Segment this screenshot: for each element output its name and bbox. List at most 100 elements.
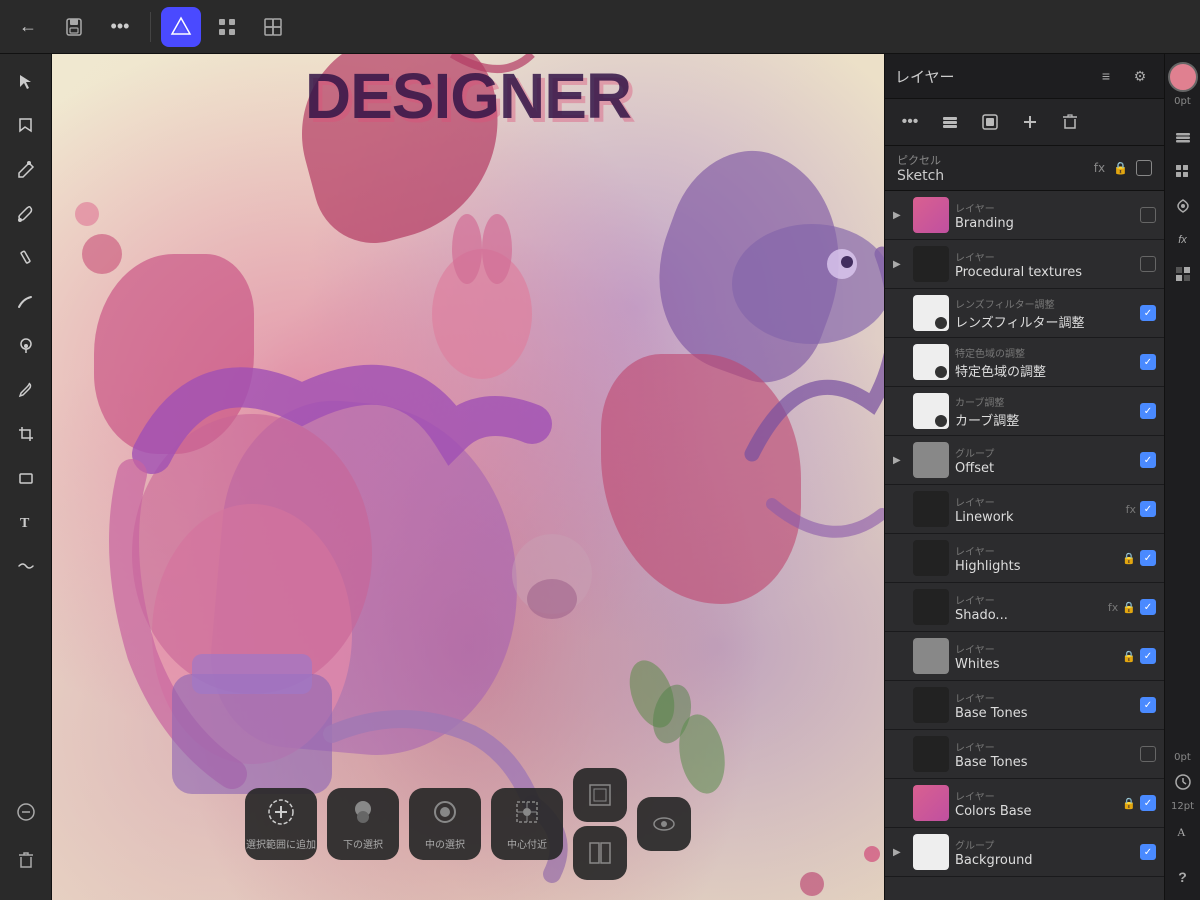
grid-button[interactable] bbox=[207, 7, 247, 47]
transform-icon-button[interactable] bbox=[1168, 191, 1198, 221]
center-near-button[interactable]: 中心付近 bbox=[491, 788, 563, 860]
stroke-width-label: 0pt bbox=[1174, 96, 1191, 107]
layer-colors-base[interactable]: レイヤー Colors Base 🔒 ✓ bbox=[885, 779, 1164, 828]
layers-icon-button[interactable] bbox=[1168, 123, 1198, 153]
procedural-sublabel: レイヤー bbox=[955, 249, 1134, 264]
font-size-label: 12pt bbox=[1171, 801, 1194, 812]
colors-base-name: Colors Base bbox=[955, 804, 1116, 819]
procedural-name: Procedural textures bbox=[955, 265, 1134, 280]
branding-name: Branding bbox=[955, 216, 1134, 231]
whites-lock-icon: 🔒 bbox=[1122, 650, 1136, 663]
vector-brush-tool[interactable] bbox=[6, 282, 46, 322]
linework-sublabel: レイヤー bbox=[955, 494, 1120, 509]
layer-shadow[interactable]: レイヤー Shado... fx 🔒 ✓ bbox=[885, 583, 1164, 632]
sketch-fx-icon[interactable]: fx bbox=[1094, 161, 1105, 175]
base-tones-2-check[interactable] bbox=[1140, 746, 1156, 762]
sketch-checkbox[interactable] bbox=[1136, 160, 1152, 176]
color-area-check[interactable]: ✓ bbox=[1140, 354, 1156, 370]
affinity-button[interactable] bbox=[161, 7, 201, 47]
layer-delete-button[interactable] bbox=[1053, 105, 1087, 139]
base-tones-1-sublabel: レイヤー bbox=[955, 690, 1134, 705]
layer-options-button[interactable]: ••• bbox=[893, 105, 927, 139]
fill-tool[interactable] bbox=[6, 326, 46, 366]
select-center-button[interactable]: 中の選択 bbox=[409, 788, 481, 860]
color-area-sublabel: 特定色域の調整 bbox=[955, 345, 1134, 360]
color-swatch[interactable] bbox=[1168, 62, 1198, 92]
layer-lens-filter[interactable]: レンズフィルター調整 レンズフィルター調整 ✓ bbox=[885, 289, 1164, 338]
pencil-tool[interactable] bbox=[6, 238, 46, 278]
pixel-view-button[interactable] bbox=[1168, 259, 1198, 289]
rectangle-tool[interactable] bbox=[6, 458, 46, 498]
layer-procedural[interactable]: ▶ レイヤー Procedural textures bbox=[885, 240, 1164, 289]
background-check[interactable]: ✓ bbox=[1140, 844, 1156, 860]
curve-icons: ✓ bbox=[1140, 403, 1156, 419]
layer-base-tones-2[interactable]: レイヤー Base Tones bbox=[885, 730, 1164, 779]
panel-settings-button[interactable]: ⚙ bbox=[1126, 62, 1154, 90]
layer-offset[interactable]: ▶ グループ Offset ✓ bbox=[885, 436, 1164, 485]
brush-tool[interactable] bbox=[6, 194, 46, 234]
procedural-icons bbox=[1140, 256, 1156, 272]
fx-icon-button[interactable]: fx bbox=[1168, 225, 1198, 255]
select-below-label: 下の選択 bbox=[343, 836, 383, 851]
text-tool[interactable]: T bbox=[6, 502, 46, 542]
clock-icon-button[interactable] bbox=[1168, 767, 1198, 797]
trash-button[interactable] bbox=[6, 840, 46, 880]
layer-base-tones-1[interactable]: レイヤー Base Tones ✓ bbox=[885, 681, 1164, 730]
layer-mask-button[interactable] bbox=[973, 105, 1007, 139]
frame2-button[interactable] bbox=[573, 826, 627, 880]
layer-add-button[interactable] bbox=[1013, 105, 1047, 139]
crop-tool[interactable] bbox=[6, 414, 46, 454]
curve-check[interactable]: ✓ bbox=[1140, 403, 1156, 419]
layer-curve[interactable]: カーブ調整 カーブ調整 ✓ bbox=[885, 387, 1164, 436]
linework-check[interactable]: ✓ bbox=[1140, 501, 1156, 517]
base-tones-1-name: Base Tones bbox=[955, 706, 1134, 721]
panel-menu-button[interactable]: ≡ bbox=[1092, 62, 1120, 90]
layer-whites[interactable]: レイヤー Whites 🔒 ✓ bbox=[885, 632, 1164, 681]
layer-color-area[interactable]: 特定色域の調整 特定色域の調整 ✓ bbox=[885, 338, 1164, 387]
help-icon: ? bbox=[1178, 869, 1187, 885]
pen-tool[interactable] bbox=[6, 150, 46, 190]
highlights-lock-icon: 🔒 bbox=[1122, 552, 1136, 565]
offset-check[interactable]: ✓ bbox=[1140, 452, 1156, 468]
save-button[interactable] bbox=[54, 7, 94, 47]
more-button[interactable]: ••• bbox=[100, 7, 140, 47]
eyedropper-tool[interactable] bbox=[6, 370, 46, 410]
base-tones-1-check[interactable]: ✓ bbox=[1140, 697, 1156, 713]
right-section: レイヤー ≡ ⚙ ••• bbox=[884, 54, 1200, 900]
left-toolbar: T bbox=[0, 54, 52, 900]
background-sublabel: グループ bbox=[955, 837, 1134, 852]
frame1-button[interactable] bbox=[573, 768, 627, 822]
layer-linework[interactable]: レイヤー Linework fx ✓ bbox=[885, 485, 1164, 534]
shadow-fx-icon[interactable]: fx bbox=[1108, 601, 1118, 614]
lens-check[interactable]: ✓ bbox=[1140, 305, 1156, 321]
whites-icons: 🔒 ✓ bbox=[1122, 648, 1156, 664]
whites-check[interactable]: ✓ bbox=[1140, 648, 1156, 664]
shadow-check[interactable]: ✓ bbox=[1140, 599, 1156, 615]
procedural-check[interactable] bbox=[1140, 256, 1156, 272]
highlights-check[interactable]: ✓ bbox=[1140, 550, 1156, 566]
background-name: Background bbox=[955, 853, 1134, 868]
node-tool[interactable] bbox=[6, 106, 46, 146]
select-tool[interactable] bbox=[6, 62, 46, 102]
colors-base-check[interactable]: ✓ bbox=[1140, 795, 1156, 811]
back-button[interactable]: ← bbox=[8, 7, 48, 47]
help-button[interactable]: ? bbox=[1168, 862, 1198, 892]
add-selection-button[interactable]: 選択範囲に追加 bbox=[245, 788, 317, 860]
select-below-button[interactable]: 下の選択 bbox=[327, 788, 399, 860]
lens-icons: ✓ bbox=[1140, 305, 1156, 321]
delete-bottom-button[interactable] bbox=[6, 792, 46, 832]
eye-button[interactable] bbox=[637, 797, 691, 851]
canvas-area[interactable]: DESIGNER bbox=[52, 54, 884, 900]
branding-check[interactable] bbox=[1140, 207, 1156, 223]
shapes-button[interactable] bbox=[253, 7, 293, 47]
layer-stack-button[interactable] bbox=[933, 105, 967, 139]
linework-fx-icon[interactable]: fx bbox=[1126, 503, 1136, 516]
highlights-sublabel: レイヤー bbox=[955, 543, 1116, 558]
smudge-tool[interactable] bbox=[6, 546, 46, 586]
text-format-button[interactable]: A bbox=[1168, 816, 1198, 846]
layer-branding[interactable]: ▶ レイヤー Branding bbox=[885, 191, 1164, 240]
base-tones-2-info: レイヤー Base Tones bbox=[955, 739, 1134, 770]
layer-background[interactable]: ▶ グループ Background ✓ bbox=[885, 828, 1164, 877]
grid-icon-button[interactable] bbox=[1168, 157, 1198, 187]
layer-highlights[interactable]: レイヤー Highlights 🔒 ✓ bbox=[885, 534, 1164, 583]
